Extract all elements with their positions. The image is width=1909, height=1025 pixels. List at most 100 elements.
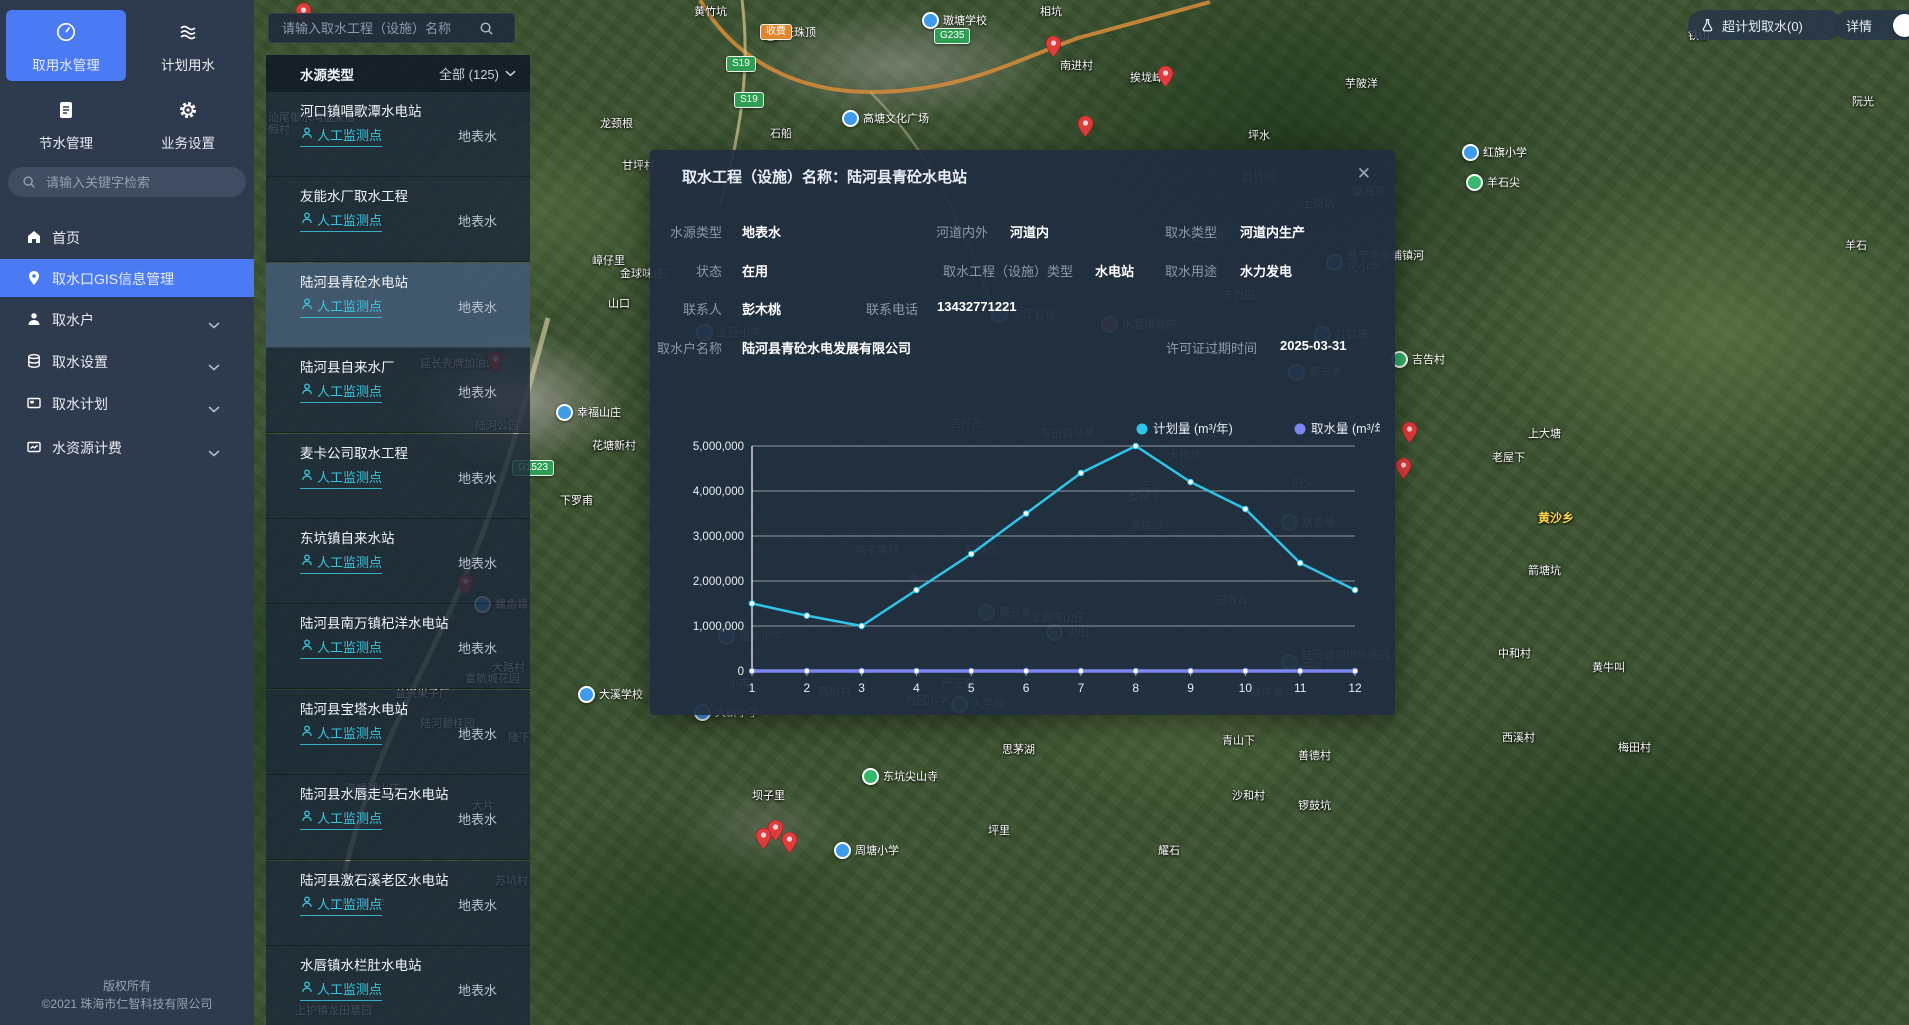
- station-search[interactable]: [268, 13, 515, 43]
- map-pin-red[interactable]: [1078, 116, 1093, 142]
- field-label: 取水户名称: [650, 338, 722, 357]
- legend-item[interactable]: 计划量 (m³/年): [1137, 422, 1233, 436]
- poi-label: 吉告村: [1412, 354, 1445, 366]
- field-label: 许可证过期时间: [1147, 338, 1257, 357]
- map-pin-red[interactable]: [1046, 36, 1061, 62]
- app-tile-label: 节水管理: [6, 132, 126, 152]
- map-pin-red[interactable]: [1158, 66, 1173, 92]
- station-name: 陆河县南万镇杞洋水电站: [300, 612, 520, 632]
- manual-monitor-link[interactable]: 人工监测点: [300, 894, 382, 916]
- close-icon[interactable]: ✕: [1353, 162, 1375, 186]
- water-type-tag: 地表水: [458, 382, 497, 401]
- map-poi-blue[interactable]: 周塘小学: [834, 842, 899, 859]
- map-label: 上大塘: [1528, 428, 1561, 440]
- over-plan-intake-button[interactable]: 超计划取水(0): [1688, 10, 1842, 40]
- station-search-input[interactable]: [269, 21, 477, 36]
- legend-item[interactable]: 取水量 (m³/年): [1295, 422, 1381, 436]
- manual-monitor-link[interactable]: 人工监测点: [300, 467, 382, 489]
- water-type-tag: 地表水: [458, 895, 497, 914]
- station-list-item[interactable]: 友能水厂取水工程人工监测点地表水: [266, 177, 530, 262]
- manual-monitor-link[interactable]: 人工监测点: [300, 381, 382, 403]
- manual-monitor-link[interactable]: 人工监测点: [300, 125, 382, 147]
- water-type-tag: 地表水: [458, 126, 497, 145]
- poi-label: 高塘文化广场: [863, 113, 929, 125]
- toggle-knob[interactable]: [1893, 14, 1909, 37]
- field-label: 状态: [660, 261, 722, 280]
- road-badge: 收费: [760, 24, 792, 40]
- road-badge: S19: [734, 92, 764, 108]
- station-name: 陆河县青砼水电站: [300, 271, 520, 291]
- station-list-item[interactable]: 陆河县水唇走马石水电站人工监测点地表水: [266, 775, 530, 860]
- sidebar-item-label: 取水设置: [52, 352, 108, 372]
- station-list-item[interactable]: 麦卡公司取水工程人工监测点地表水: [266, 434, 530, 519]
- station-list-item[interactable]: 东坑镇自来水站人工监测点地表水: [266, 519, 530, 604]
- app-tile-2[interactable]: 计划用水: [128, 10, 248, 81]
- station-list-item[interactable]: 水唇镇水栏肚水电站人工监测点地表水: [266, 946, 530, 1025]
- sidebar-item-6[interactable]: 水资源计费: [0, 428, 254, 466]
- manual-monitor-link[interactable]: 人工监测点: [300, 552, 382, 574]
- station-list-item[interactable]: 陆河县激石溪老区水电站人工监测点地表水: [266, 861, 530, 946]
- field-label: 取水工程（设施）类型: [913, 261, 1073, 280]
- station-list-item[interactable]: 河口镇唱歌潭水电站人工监测点地表水: [266, 92, 530, 177]
- map-poi-blue[interactable]: 红旗小学: [1462, 144, 1527, 161]
- station-name: 水唇镇水栏肚水电站: [300, 954, 520, 974]
- manual-monitor-link[interactable]: 人工监测点: [300, 296, 382, 318]
- chevron-down-icon: [208, 358, 220, 365]
- chevron-down-icon: [505, 70, 516, 77]
- manual-monitor-link[interactable]: 人工监测点: [300, 979, 382, 1001]
- filter-dropdown[interactable]: 全部 (125): [439, 64, 516, 83]
- station-list-item[interactable]: 陆河县南万镇杞洋水电站人工监测点地表水: [266, 604, 530, 689]
- map-poi-blue[interactable]: 高塘文化广场: [842, 110, 929, 127]
- map-poi-green[interactable]: 羊石尖: [1466, 174, 1520, 191]
- station-name: 陆河县水唇走马石水电站: [300, 783, 520, 803]
- sidebar-item-3[interactable]: 取水户: [0, 300, 254, 338]
- station-list-item[interactable]: 陆河县青砼水电站人工监测点地表水: [266, 263, 530, 348]
- map-pin-red[interactable]: [1402, 422, 1417, 448]
- station-list-item[interactable]: 陆河县宝塔水电站人工监测点地表水: [266, 690, 530, 775]
- manual-monitor-link[interactable]: 人工监测点: [300, 808, 382, 830]
- app-tile-label: 业务设置: [128, 132, 248, 152]
- sidebar-search-input[interactable]: [44, 174, 228, 191]
- document-icon: [6, 99, 126, 123]
- map-poi-blue[interactable]: 大溪学校: [578, 686, 643, 703]
- poi-label: 璈塘学校: [943, 15, 987, 27]
- water-type-tag: 地表水: [458, 553, 497, 572]
- manual-monitor-link[interactable]: 人工监测点: [300, 637, 382, 659]
- station-list-panel: 水源类型 全部 (125) 河口镇唱歌潭水电站人工监测点地表水友能水厂取水工程人…: [266, 55, 530, 1025]
- map-pin-red[interactable]: [756, 828, 771, 854]
- map-poi-green[interactable]: 吉告村: [1391, 351, 1445, 368]
- manual-monitor-link[interactable]: 人工监测点: [300, 723, 382, 745]
- app-tile-label: 取用水管理: [6, 54, 126, 74]
- app-tile-1[interactable]: 取用水管理: [6, 10, 126, 81]
- sidebar-item-1[interactable]: 首页: [0, 218, 254, 256]
- station-list-item[interactable]: 陆河县自来水厂人工监测点地表水: [266, 348, 530, 433]
- map-label: 中和村: [1498, 648, 1531, 660]
- road-badge: S19: [726, 56, 756, 72]
- map-poi-green[interactable]: 东坑尖山寺: [862, 768, 938, 785]
- map-label: 西溪村: [1502, 732, 1535, 744]
- map-label: 耀石: [1158, 845, 1180, 857]
- svg-text:0: 0: [738, 666, 744, 678]
- gauge-icon: [6, 21, 126, 45]
- detail-toggle-label: 详情: [1846, 16, 1872, 35]
- sidebar-item-2[interactable]: 取水口GIS信息管理: [0, 259, 254, 297]
- field-value: 地表水: [742, 222, 781, 241]
- app-tile-3[interactable]: 节水管理: [6, 88, 126, 159]
- app-tile-4[interactable]: 业务设置: [128, 88, 248, 159]
- sidebar-item-5[interactable]: 取水计划: [0, 384, 254, 422]
- station-detail-modal: 取水工程（设施）名称：陆河县青砼水电站 ✕ 水源类型 地表水 河道内外 河道内 …: [650, 150, 1395, 715]
- map-pin-red[interactable]: [782, 832, 797, 858]
- map-poi-blue[interactable]: 璈塘学校: [922, 12, 987, 29]
- sidebar-search[interactable]: [8, 167, 246, 197]
- filter-label: 水源类型: [300, 64, 439, 84]
- sidebar-item-label: 取水口GIS信息管理: [52, 269, 174, 289]
- field-value: 13432771221: [937, 299, 1017, 314]
- field-value: 2025-03-31: [1280, 338, 1347, 353]
- map-poi-blue[interactable]: 幸福山庄: [556, 404, 621, 421]
- sidebar-item-4[interactable]: 取水设置: [0, 342, 254, 380]
- map-pin-red[interactable]: [1396, 458, 1411, 484]
- detail-toggle[interactable]: 详情: [1834, 10, 1909, 40]
- search-icon[interactable]: [479, 21, 494, 36]
- manual-monitor-link[interactable]: 人工监测点: [300, 210, 382, 232]
- field-value: 河道内生产: [1240, 222, 1305, 241]
